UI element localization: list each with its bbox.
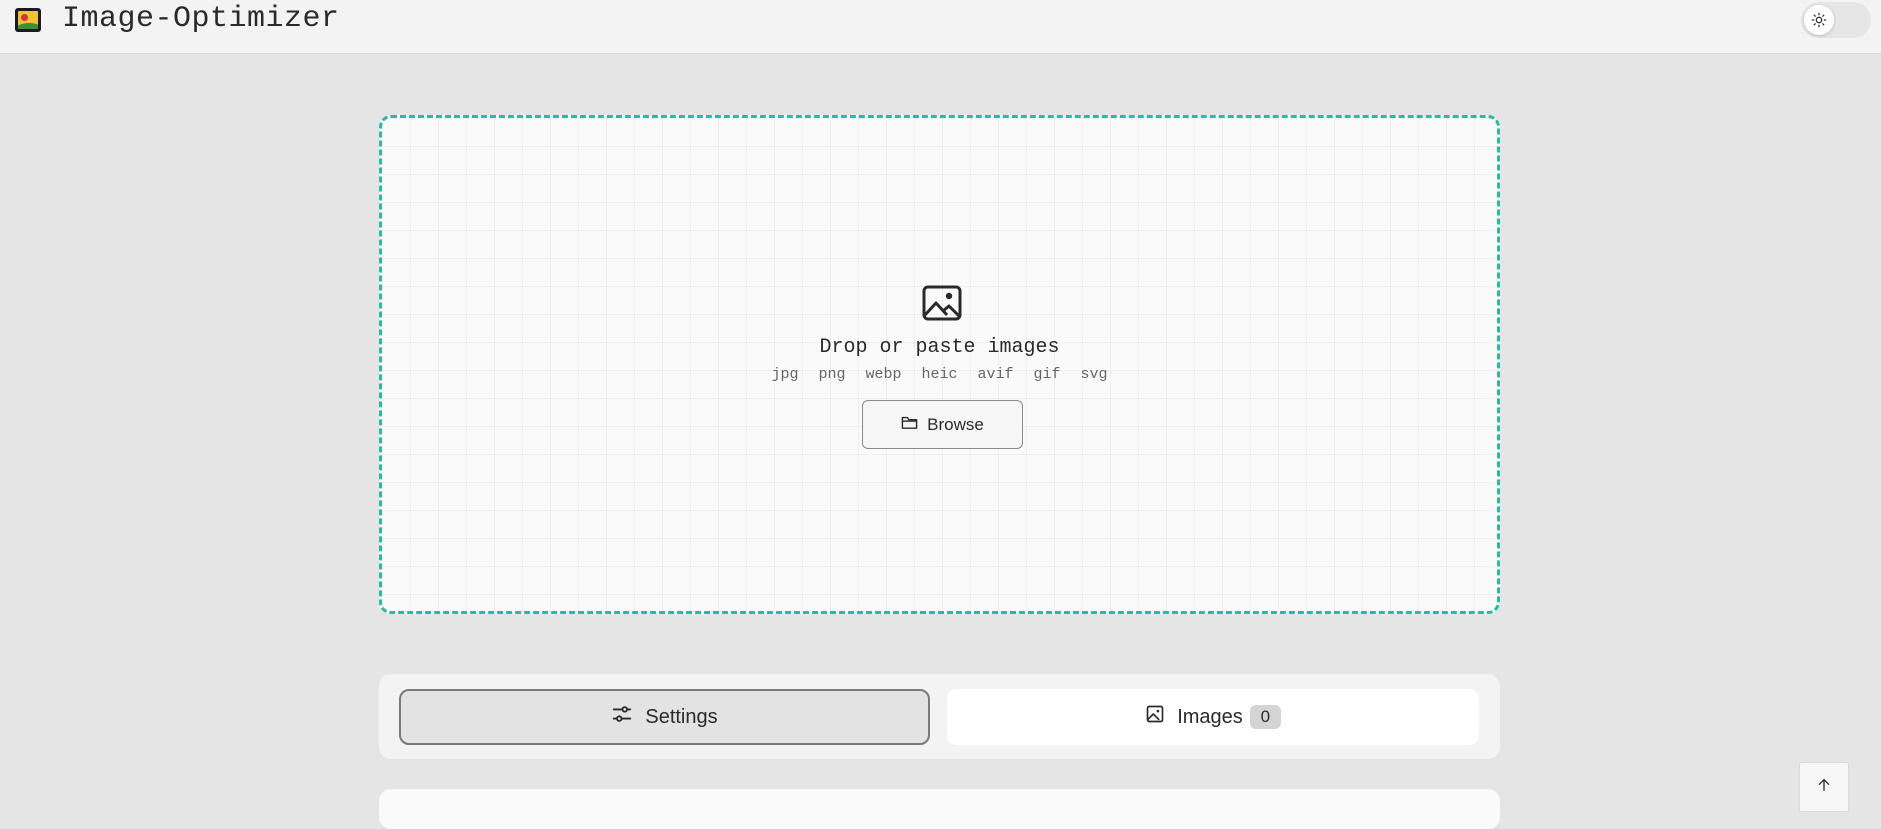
- app-logo-icon: [15, 8, 41, 32]
- format-label: svg: [1080, 366, 1108, 383]
- sun-icon: [1804, 5, 1834, 35]
- images-count-badge: 0: [1249, 705, 1281, 729]
- content-panel: [379, 789, 1500, 829]
- folder-icon: [901, 415, 918, 435]
- tabs-panel: Settings Images 0: [379, 674, 1500, 759]
- format-label: heic: [921, 366, 958, 383]
- image-icon: [1145, 704, 1165, 730]
- format-label: jpg: [771, 366, 799, 383]
- format-label: png: [818, 366, 846, 383]
- browse-button[interactable]: Browse: [862, 400, 1023, 449]
- format-label: gif: [1033, 366, 1061, 383]
- image-icon: [922, 285, 962, 321]
- sliders-icon: [611, 703, 633, 731]
- tab-images[interactable]: Images 0: [947, 689, 1479, 745]
- tab-images-label: Images: [1177, 705, 1243, 728]
- top-bar: Image-Optimizer: [0, 0, 1881, 54]
- format-label: avif: [977, 366, 1014, 383]
- theme-toggle[interactable]: [1801, 2, 1871, 38]
- tab-settings-label: Settings: [645, 705, 718, 728]
- arrow-up-icon: [1816, 777, 1832, 798]
- drop-title: Drop or paste images: [819, 336, 1060, 359]
- browse-label: Browse: [927, 414, 984, 434]
- format-label: webp: [865, 366, 902, 383]
- app-title: Image-Optimizer: [62, 2, 340, 36]
- drop-zone[interactable]: Drop or paste images jpg png webp heic a…: [379, 115, 1500, 614]
- scroll-to-top-button[interactable]: [1799, 762, 1849, 812]
- tab-settings[interactable]: Settings: [399, 689, 930, 745]
- supported-formats: jpg png webp heic avif gif svg: [382, 366, 1497, 383]
